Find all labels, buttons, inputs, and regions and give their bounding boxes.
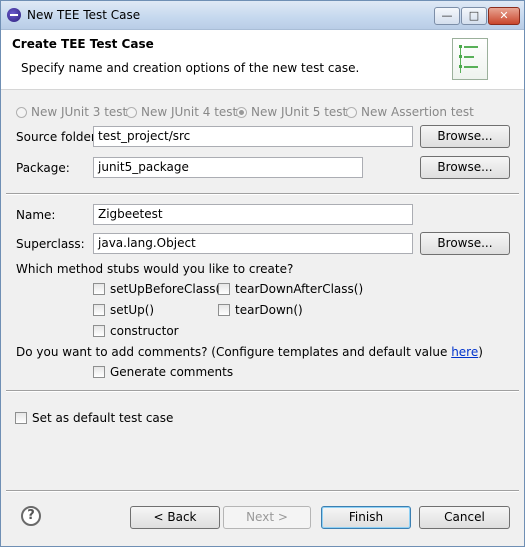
superclass-label: Superclass:: [16, 237, 85, 251]
comments-question: Do you want to add comments? (Configure …: [16, 345, 483, 359]
checkbox-indicator: [93, 304, 105, 316]
eclipse-icon: [7, 8, 21, 22]
browse-source-folder-button[interactable]: Browse...: [420, 125, 510, 148]
radio-junit5[interactable]: New JUnit 5 test: [236, 105, 347, 119]
finish-button[interactable]: Finish: [321, 506, 411, 529]
cancel-button[interactable]: Cancel: [419, 506, 510, 529]
checkbox-indicator: [218, 283, 230, 295]
name-field[interactable]: Zigbeetest: [93, 204, 413, 225]
radio-indicator-selected: [236, 106, 247, 118]
radio-assertion[interactable]: New Assertion test: [346, 105, 474, 119]
radio-junit4[interactable]: New JUnit 4 test: [126, 105, 237, 119]
browse-package-button[interactable]: Browse...: [420, 156, 510, 179]
title-bar: New TEE Test Case — □ ✕: [1, 1, 524, 30]
close-button[interactable]: ✕: [488, 7, 520, 25]
browse-superclass-button[interactable]: Browse...: [420, 232, 510, 255]
checkbox-indicator: [93, 325, 105, 337]
name-label: Name:: [16, 208, 56, 222]
source-folder-field[interactable]: test_project/src: [93, 126, 413, 147]
separator: [6, 390, 519, 392]
package-field[interactable]: junit5_package: [93, 157, 363, 178]
maximize-button[interactable]: □: [461, 7, 487, 25]
checkbox-setup-before-class[interactable]: setUpBeforeClass(): [93, 282, 225, 296]
radio-junit3[interactable]: New JUnit 3 test: [16, 105, 127, 119]
checkbox-indicator: [93, 366, 105, 378]
dialog-window: New TEE Test Case — □ ✕ Create TEE Test …: [0, 0, 525, 547]
page-description: Specify name and creation options of the…: [21, 61, 360, 75]
checkbox-indicator: [93, 283, 105, 295]
configure-templates-link[interactable]: here: [451, 345, 478, 359]
superclass-field[interactable]: java.lang.Object: [93, 233, 413, 254]
checkbox-indicator: [218, 304, 230, 316]
wizard-header: Create TEE Test Case Specify name and cr…: [1, 30, 524, 90]
checkbox-teardown[interactable]: tearDown(): [218, 303, 303, 317]
source-folder-label: Source folder:: [16, 130, 100, 144]
radio-indicator: [346, 106, 357, 118]
minimize-button[interactable]: —: [434, 7, 460, 25]
method-stubs-question: Which method stubs would you like to cre…: [16, 262, 294, 276]
radio-indicator: [16, 106, 27, 118]
checkbox-set-default-test-case[interactable]: Set as default test case: [15, 411, 173, 425]
help-icon[interactable]: ?: [21, 506, 41, 526]
checkbox-indicator: [15, 412, 27, 424]
test-case-wizard-icon: [452, 38, 488, 80]
checkbox-setup[interactable]: setUp(): [93, 303, 154, 317]
radio-indicator: [126, 106, 137, 118]
page-title: Create TEE Test Case: [12, 37, 154, 51]
checkbox-constructor[interactable]: constructor: [93, 324, 179, 338]
next-button[interactable]: Next >: [223, 506, 311, 529]
window-title: New TEE Test Case: [27, 8, 141, 22]
package-label: Package:: [16, 161, 70, 175]
back-button[interactable]: < Back: [130, 506, 220, 529]
checkbox-generate-comments[interactable]: Generate comments: [93, 365, 233, 379]
separator: [6, 490, 519, 492]
checkbox-teardown-after-class[interactable]: tearDownAfterClass(): [218, 282, 363, 296]
separator: [6, 193, 519, 195]
